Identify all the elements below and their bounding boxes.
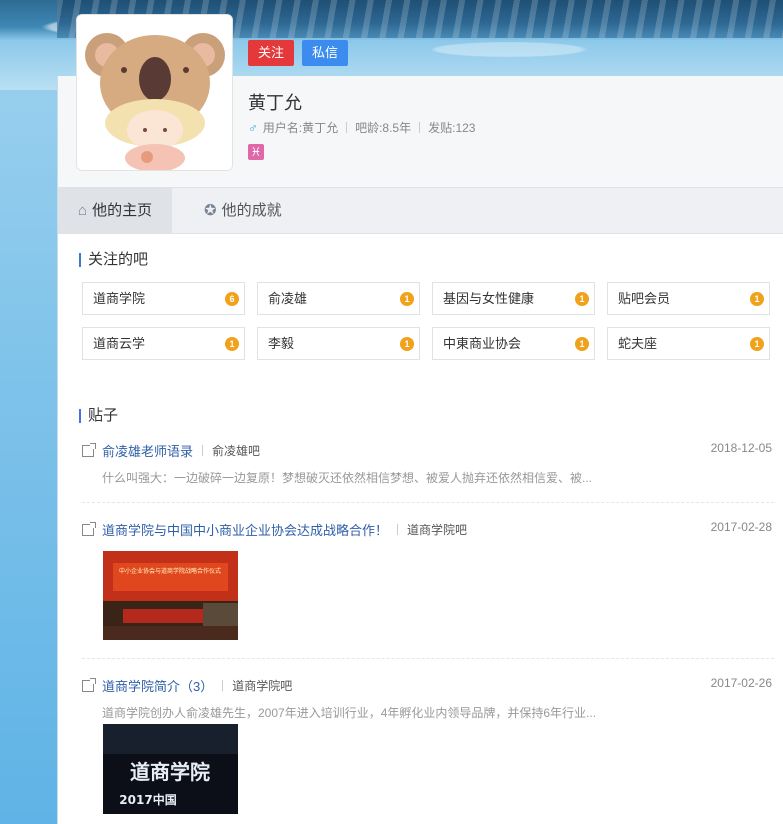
level-badge-icon: 1 [225, 337, 239, 351]
separator [202, 445, 204, 456]
bar-name: 贴吧会员 [618, 291, 671, 306]
post-item: 道商学院与中国中小商业企业协会达成战略合作！ 道商学院吧 2017-02-28 [82, 520, 772, 539]
edit-icon [82, 523, 94, 536]
post-item: 俞凌雄老师语录 俞凌雄吧 2018-12-05 什么叫强大：一边破碎一边复原！梦… [82, 441, 772, 486]
bar-name: 基因与女性健康 [443, 291, 535, 306]
male-icon: ♂ [248, 120, 258, 135]
post-forum-link[interactable]: 俞凌雄吧 [212, 442, 260, 459]
bar-name: 道商学院 [93, 291, 146, 306]
post-image[interactable]: 道商学院 2017中国 [103, 724, 238, 814]
post-title-link[interactable]: 道商学院与中国中小商业企业协会达成战略合作！ [102, 520, 388, 539]
edit-icon [82, 679, 94, 692]
profile-tabs: ⌂ 他的主页 ✪ 他的成就 [58, 187, 783, 234]
post-forum-link[interactable]: 道商学院吧 [407, 521, 467, 538]
bar-age-text: 吧龄:8.5年 [355, 121, 412, 135]
edit-icon [82, 444, 94, 457]
bar-item[interactable]: 李毅 1 [257, 327, 420, 360]
bar-item[interactable]: 道商云学 1 [82, 327, 245, 360]
separator [397, 524, 399, 535]
tab-achievements-label: 他的成就 [221, 202, 282, 219]
banner-caption: 中小企业协会与道商学院战略合作仪式 [119, 567, 221, 575]
post-title-link[interactable]: 俞凌雄老师语录 [102, 441, 193, 460]
post-image[interactable]: 中小企业协会与道商学院战略合作仪式 [103, 551, 238, 640]
bar-item[interactable]: 道商学院 6 [82, 282, 245, 315]
profile-meta: ♂ 用户名:黄丁允 吧龄:8.5年 发贴:123 [248, 119, 475, 136]
posts-title: 贴子 [79, 408, 118, 423]
level-badge-icon: 1 [750, 337, 764, 351]
post-excerpt: 什么叫强大：一边破碎一边复原！梦想破灭还依然相信梦想、被爱人抛弃还依然相信爱、被… [102, 471, 593, 485]
separator [346, 122, 348, 133]
image-logo-text: 道商学院 [130, 760, 210, 784]
image-sub-text: 2017中国 [119, 792, 176, 807]
pisces-icon: ♓ [248, 144, 264, 160]
home-icon: ⌂ [78, 202, 88, 219]
tab-home[interactable]: ⌂ 他的主页 [58, 188, 173, 233]
bar-item[interactable]: 蛇夫座 1 [607, 327, 770, 360]
followed-bars-title: 关注的吧 [79, 252, 148, 267]
level-badge-icon: 1 [400, 292, 414, 306]
post-divider [82, 658, 774, 659]
bar-item[interactable]: 基因与女性健康 1 [432, 282, 595, 315]
post-date: 2017-02-26 [710, 676, 772, 690]
bar-name: 李毅 [268, 336, 295, 351]
follow-button[interactable]: 关注 [248, 40, 295, 66]
level-badge-icon: 6 [225, 292, 239, 306]
separator [419, 122, 421, 133]
message-button[interactable]: 私信 [302, 40, 349, 66]
post-title-link[interactable]: 道商学院简介（3） [102, 676, 213, 695]
avatar[interactable] [76, 14, 233, 171]
post-date: 2018-12-05 [710, 441, 772, 455]
post-forum-link[interactable]: 道商学院吧 [232, 677, 292, 694]
post-excerpt: 道商学院创办人俞凌雄先生，2007年进入培训行业，4年孵化业内领导品牌，并保持6… [102, 706, 597, 720]
level-badge-icon: 1 [400, 337, 414, 351]
post-item: 道商学院简介（3） 道商学院吧 2017-02-26 道商学院创办人俞凌雄先生，… [82, 676, 772, 721]
profile-name: 黄丁允 [248, 93, 302, 113]
bar-name: 中東商业协会 [443, 336, 522, 351]
bar-name: 道商云学 [93, 336, 146, 351]
tab-home-label: 他的主页 [92, 202, 153, 219]
bar-name: 蛇夫座 [618, 336, 658, 351]
post-date: 2017-02-28 [710, 520, 772, 534]
username-text: 用户名:黄丁允 [262, 121, 339, 135]
separator [222, 680, 224, 691]
bar-item[interactable]: 俞凌雄 1 [257, 282, 420, 315]
post-divider [82, 502, 774, 503]
level-badge-icon: 1 [575, 337, 589, 351]
level-badge-icon: 1 [575, 292, 589, 306]
level-badge-icon: 1 [750, 292, 764, 306]
medal-icon: ✪ [204, 202, 217, 219]
bar-name: 俞凌雄 [268, 291, 308, 306]
bar-item[interactable]: 中東商业协会 1 [432, 327, 595, 360]
tab-achievements[interactable]: ✪ 他的成就 [184, 188, 302, 233]
post-count-text: 发贴:123 [428, 121, 476, 135]
bar-item[interactable]: 贴吧会员 1 [607, 282, 770, 315]
profile-main-panel: ⌂ 他的主页 ✪ 他的成就 关注的吧 道商学院 6 俞凌雄 1 基因与女性健康 1 贴… [57, 76, 783, 824]
